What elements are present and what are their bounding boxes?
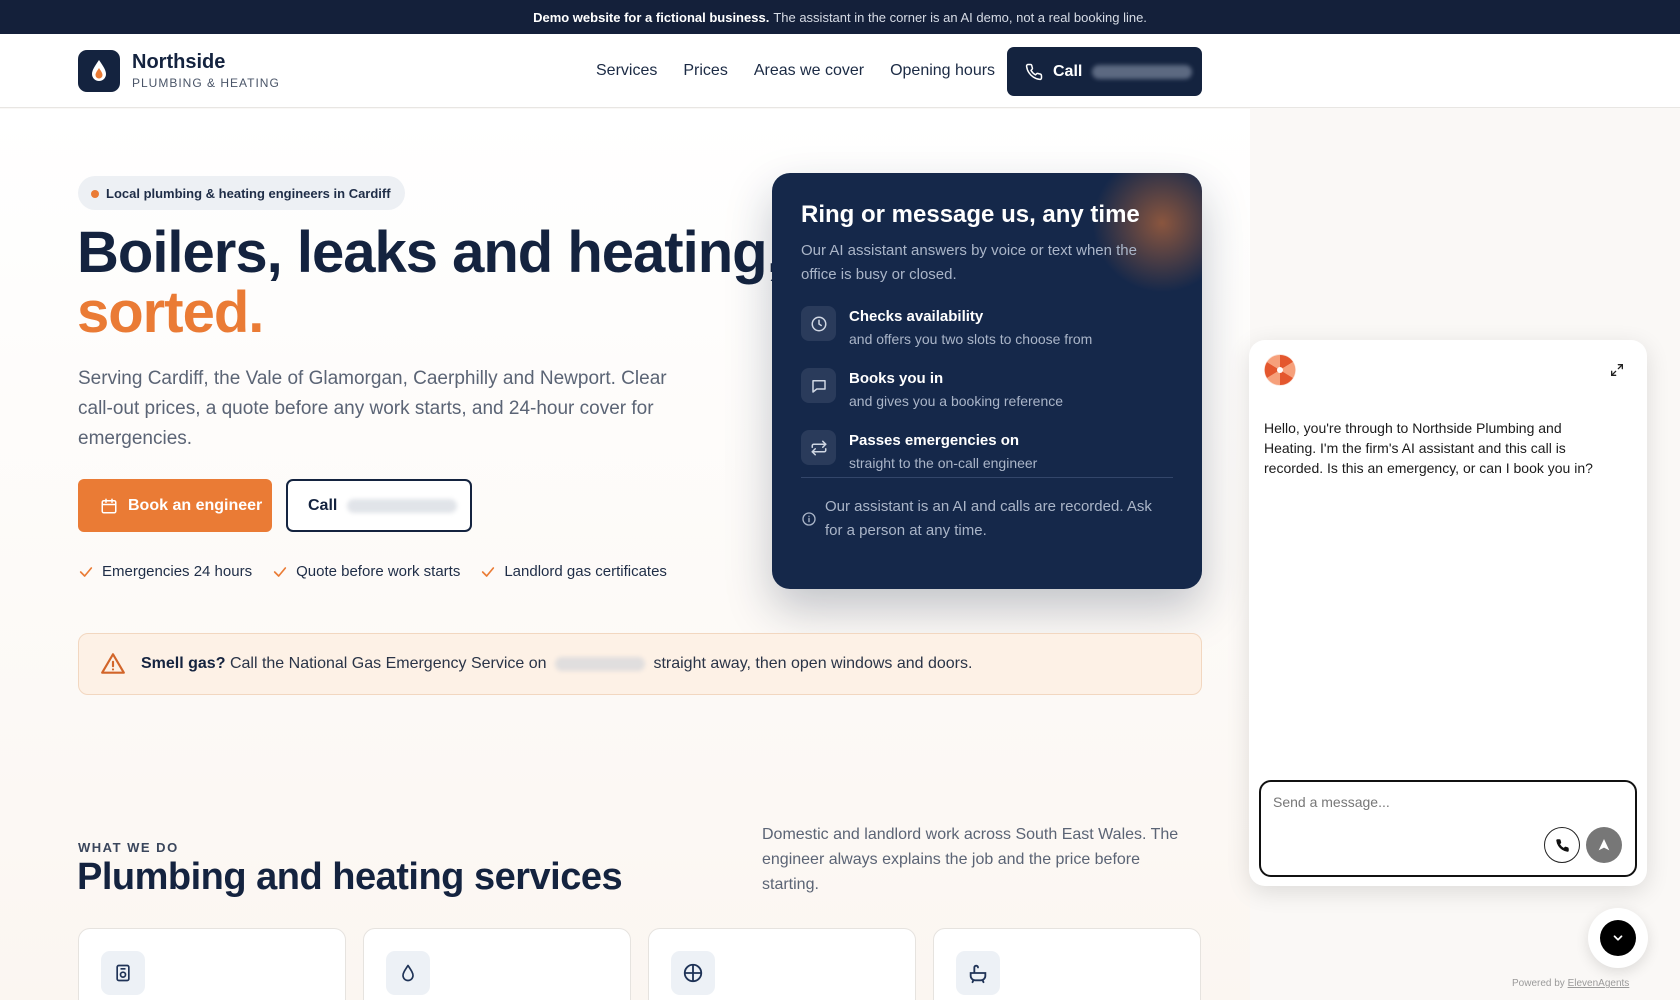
- phone-icon: [1025, 63, 1043, 80]
- tick-label: Quote before work starts: [296, 563, 461, 580]
- book-engineer-label: Book an engineer: [128, 496, 263, 514]
- calendar-icon: [101, 498, 117, 513]
- redacted-phone-number: [1092, 64, 1193, 79]
- feature-emergencies: Passes emergencies on straight to the on…: [801, 430, 1181, 474]
- hero-title-accent: sorted.: [77, 280, 264, 345]
- powered-by: Powered by ElevenAgents: [1512, 978, 1629, 989]
- services-title: Plumbing and heating services: [77, 856, 623, 898]
- card-title: Ring or message us, any time: [801, 201, 1140, 228]
- brand-name[interactable]: Northside: [132, 51, 225, 74]
- feature-subtitle: and gives you a booking reference: [849, 393, 1064, 409]
- hero-call-button[interactable]: Call: [286, 479, 472, 532]
- nav-services[interactable]: Services: [596, 62, 657, 80]
- check-icon: [482, 566, 495, 577]
- gas-notice-text-after: straight away, then open windows and doo…: [653, 655, 973, 672]
- nav-opening-hours[interactable]: Opening hours: [890, 62, 995, 80]
- transfer-arrows-icon: [801, 430, 836, 465]
- tick-label: Emergencies 24 hours: [102, 563, 253, 580]
- services-kicker: WHAT WE DO: [78, 840, 179, 855]
- check-icon: [273, 566, 287, 577]
- feature-subtitle: and offers you two slots to choose from: [849, 331, 1093, 347]
- feature-title: Books you in: [849, 370, 944, 387]
- tick-item: Emergencies 24 hours: [78, 563, 252, 580]
- feature-subtitle: straight to the on-call engineer: [849, 455, 1038, 471]
- nav-areas[interactable]: Areas we cover: [754, 62, 864, 80]
- feature-title: Passes emergencies on: [849, 432, 1020, 449]
- header-call-button[interactable]: Call: [1007, 47, 1202, 96]
- assistant-message: Hello, you're through to Northside Plumb…: [1264, 420, 1593, 476]
- service-card[interactable]: [363, 928, 631, 1000]
- expand-icon[interactable]: [1609, 362, 1625, 378]
- card-subtitle: Our AI assistant answers by voice or tex…: [801, 242, 1137, 283]
- service-card[interactable]: [78, 928, 346, 1000]
- logo[interactable]: [78, 50, 120, 92]
- feature-title: Checks availability: [849, 308, 984, 325]
- ai-disclosure-note: Our assistant is an AI and calls are rec…: [825, 498, 1152, 539]
- chat-widget: Hello, you're through to Northside Plumb…: [1249, 340, 1647, 886]
- message-icon: [801, 368, 836, 403]
- gas-emergency-notice: Smell gas? Call the National Gas Emergen…: [78, 633, 1202, 695]
- brand-subtitle: PLUMBING & HEATING: [132, 76, 280, 90]
- redacted-phone-number: [347, 498, 458, 513]
- main-nav: Services Prices Areas we cover Opening h…: [596, 62, 995, 80]
- service-card[interactable]: [933, 928, 1201, 1000]
- feature-booking: Books you in and gives you a booking ref…: [801, 368, 1181, 412]
- gas-notice-strong: Smell gas?: [141, 655, 226, 672]
- hero-lead: Serving Cardiff, the Vale of Glamorgan, …: [78, 368, 667, 449]
- demo-banner: Demo website for a fictional business. T…: [0, 0, 1680, 34]
- send-message-button[interactable]: [1586, 827, 1622, 863]
- chat-message-input[interactable]: [1273, 794, 1573, 810]
- water-drop-icon: [386, 951, 430, 995]
- hero-title: Boilers, leaks and heating,: [77, 220, 783, 285]
- radiator-valve-icon: [671, 951, 715, 995]
- feature-availability: Checks availability and offers you two s…: [801, 306, 1181, 350]
- assistant-avatar: [1264, 354, 1296, 386]
- powered-prefix: Powered by: [1512, 978, 1565, 989]
- service-card[interactable]: [648, 928, 916, 1000]
- card-divider: [801, 477, 1173, 478]
- phone-icon: [1555, 838, 1569, 852]
- tick-item: Landlord gas certificates: [480, 563, 667, 580]
- info-icon: [802, 512, 816, 526]
- site-header: Northside PLUMBING & HEATING Services Pr…: [0, 34, 1680, 108]
- hero-call-label: Call: [308, 496, 338, 514]
- clock-icon: [801, 306, 836, 341]
- send-arrow-icon: [1598, 839, 1610, 851]
- pill-dot: [91, 190, 99, 198]
- hero-ticks: Emergencies 24 hours Quote before work s…: [78, 563, 667, 580]
- flame-drop-icon: [92, 60, 106, 81]
- chevron-down-icon: [1600, 920, 1636, 956]
- gas-notice-text: Call the National Gas Emergency Service …: [229, 655, 547, 672]
- services-description: Domestic and landlord work across South …: [762, 826, 1179, 893]
- tick-label: Landlord gas certificates: [504, 563, 667, 580]
- nav-prices[interactable]: Prices: [683, 62, 727, 80]
- location-pill: Local plumbing & heating engineers in Ca…: [78, 176, 405, 210]
- warning-icon: [101, 653, 125, 674]
- book-engineer-button[interactable]: Book an engineer: [78, 479, 272, 532]
- check-icon: [79, 566, 93, 577]
- chat-composer: [1259, 780, 1637, 877]
- tick-item: Quote before work starts: [272, 563, 460, 580]
- assistant-card: Ring or message us, any time Our AI assi…: [772, 173, 1202, 589]
- bath-icon: [956, 951, 1000, 995]
- chat-toggle-button[interactable]: [1588, 908, 1648, 968]
- demo-banner-text: The assistant in the corner is an AI dem…: [773, 9, 1147, 25]
- powered-link[interactable]: ElevenAgents: [1568, 978, 1630, 989]
- redacted-phone-number: [554, 656, 645, 671]
- voice-call-button[interactable]: [1544, 827, 1580, 863]
- header-call-label: Call: [1053, 62, 1083, 80]
- pill-label: Local plumbing & heating engineers in Ca…: [106, 185, 391, 201]
- demo-banner-strong: Demo website for a fictional business.: [533, 9, 770, 25]
- boiler-icon: [101, 951, 145, 995]
